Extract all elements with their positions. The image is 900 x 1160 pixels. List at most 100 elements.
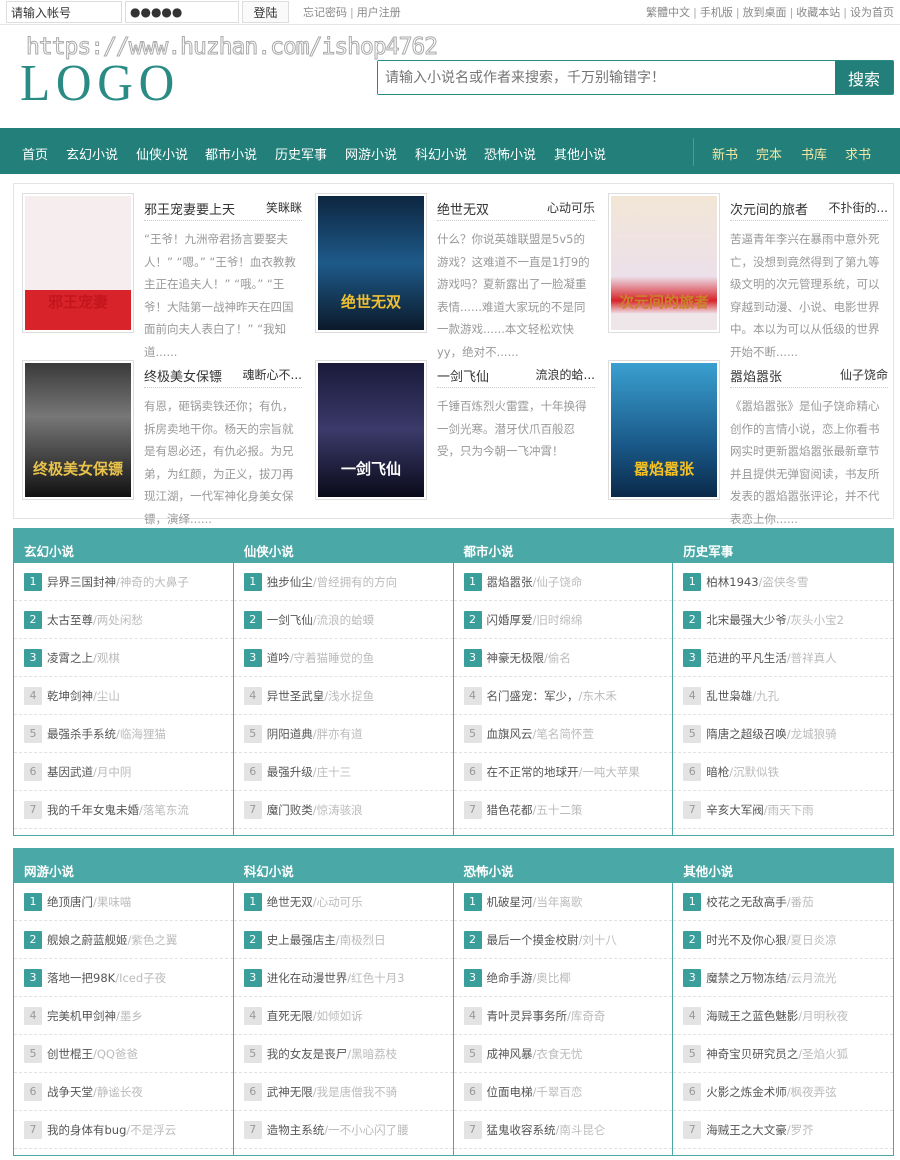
register-link[interactable]: 用户注册 — [357, 6, 401, 19]
utility-link[interactable]: 设为首页 — [850, 6, 894, 19]
book-title-link[interactable]: 柏林1943 — [706, 574, 758, 590]
book-title-link[interactable]: 绝命手游 — [487, 970, 533, 986]
list-item[interactable]: 3 凌霄之上 / 观棋 — [14, 639, 233, 677]
book-title-link[interactable]: 异界三国封神 — [47, 574, 116, 590]
book-title-link[interactable]: 魔禁之万物冻结 — [706, 970, 787, 986]
search-input[interactable] — [378, 61, 835, 94]
nav-item[interactable]: 历史军事 — [275, 144, 327, 163]
list-item[interactable]: 5 创世棍王 / QQ爸爸 — [14, 1035, 233, 1073]
list-item[interactable]: 2 舰娘之蔚蓝舰姬 / 紫色之翼 — [14, 921, 233, 959]
book-title-link[interactable]: 闪婚厚爱 — [487, 612, 533, 628]
list-item[interactable]: 6 火影之炼金术师 / 枫夜弄弦 — [673, 1073, 893, 1111]
book-title-link[interactable]: 落地一把98K — [47, 970, 115, 986]
book-title[interactable]: 邪王宠妻要上天 — [144, 199, 235, 218]
book-title-link[interactable]: 机破星河 — [487, 894, 533, 910]
list-item[interactable]: 4 名门盛宠：军少， / 东木禾 — [453, 677, 673, 715]
list-item[interactable]: 2 闪婚厚爱 / 旧时绵绵 — [453, 601, 673, 639]
nav-item-right[interactable]: 求书 — [845, 144, 871, 163]
list-item[interactable]: 5 阴阳道典 / 胖亦有道 — [233, 715, 453, 753]
list-item[interactable]: 7 猛鬼收容系统 / 南斗昆仑 — [453, 1111, 673, 1149]
book-title-link[interactable]: 神奇宝贝研究员之 — [706, 1046, 798, 1062]
book-title[interactable]: 嚣焰嚣张 — [730, 366, 782, 385]
forgot-password-link[interactable]: 忘记密码 — [303, 6, 347, 19]
list-item[interactable]: 7 我的千年女鬼未婚 / 落笔东流 — [14, 791, 233, 829]
list-item[interactable]: 1 异界三国封神 / 神奇的大鼻子 — [14, 563, 233, 601]
book-title-link[interactable]: 战争天堂 — [47, 1084, 93, 1100]
book-cover[interactable]: 次元间的旅者 — [608, 193, 720, 333]
book-title-link[interactable]: 道吟 — [267, 650, 290, 666]
book-title-link[interactable]: 绝顶唐门 — [47, 894, 93, 910]
book-title-link[interactable]: 独步仙尘 — [267, 574, 313, 590]
panel-title[interactable]: 仙侠小说 — [234, 528, 454, 563]
list-item[interactable]: 6 武神无限 / 我是唐僧我不骑 — [233, 1073, 453, 1111]
list-item[interactable]: 5 我的女友是丧尸 / 黑暗荔枝 — [233, 1035, 453, 1073]
nav-item[interactable]: 都市小说 — [205, 144, 257, 163]
list-item[interactable]: 2 史上最强店主 / 南极烈日 — [233, 921, 453, 959]
list-item[interactable]: 7 造物主系统 / 一不小心闪了腰 — [233, 1111, 453, 1149]
book-title-link[interactable]: 魔门败类 — [267, 802, 313, 818]
book-title-link[interactable]: 猎色花都 — [487, 802, 533, 818]
book-title-link[interactable]: 基因武道 — [47, 764, 93, 780]
nav-item[interactable]: 首页 — [22, 144, 48, 163]
utility-link[interactable]: 手机版 — [700, 6, 733, 19]
book-cover[interactable]: 绝世无双 — [315, 193, 427, 333]
list-item[interactable]: 4 乾坤剑神 / 尘山 — [14, 677, 233, 715]
list-item[interactable]: 1 独步仙尘 / 曾经拥有的方向 — [233, 563, 453, 601]
book-title-link[interactable]: 创世棍王 — [47, 1046, 93, 1062]
list-item[interactable]: 4 异世圣武皇 / 浅水捉鱼 — [233, 677, 453, 715]
list-item[interactable]: 1 绝顶唐门 / 果味喵 — [14, 883, 233, 921]
book-title-link[interactable]: 阴阳道典 — [267, 726, 313, 742]
featured-book[interactable]: 嚣焰嚣张 嚣焰嚣张 仙子饶命 《嚣焰嚣张》是仙子饶命精心创作的言情小说，恋上你看书网实… — [608, 360, 893, 526]
book-title-link[interactable]: 史上最强店主 — [267, 932, 336, 948]
book-title-link[interactable]: 位面电梯 — [487, 1084, 533, 1100]
nav-item[interactable]: 恐怖小说 — [484, 144, 536, 163]
list-item[interactable]: 3 神豪无极限 / 偷名 — [453, 639, 673, 677]
book-author[interactable]: 魂断心不... — [243, 366, 302, 383]
logo[interactable]: LOGO — [20, 54, 180, 113]
book-title-link[interactable]: 火影之炼金术师 — [706, 1084, 787, 1100]
book-title-link[interactable]: 进化在动漫世界 — [267, 970, 348, 986]
panel-title[interactable]: 玄幻小说 — [14, 528, 234, 563]
panel-title[interactable]: 都市小说 — [454, 528, 674, 563]
book-title-link[interactable]: 最强升级 — [267, 764, 313, 780]
list-item[interactable]: 1 校花之无敌高手 / 番茄 — [673, 883, 893, 921]
list-item[interactable]: 4 完美机甲剑神 / 墨乡 — [14, 997, 233, 1035]
featured-book[interactable]: 次元间的旅者 次元间的旅者 不扑街的... 苦逼青年李兴在暴雨中意外死亡，没想到竟然得… — [608, 193, 893, 359]
book-author[interactable]: 心动可乐 — [547, 199, 595, 216]
book-title-link[interactable]: 时光不及你心狠 — [706, 932, 787, 948]
book-title-link[interactable]: 北宋最强大少爷 — [706, 612, 787, 628]
book-title-link[interactable]: 乱世枭雄 — [706, 688, 752, 704]
list-item[interactable]: 5 神奇宝贝研究员之 / 圣焰火狐 — [673, 1035, 893, 1073]
nav-item[interactable]: 玄幻小说 — [66, 144, 118, 163]
nav-item[interactable]: 网游小说 — [345, 144, 397, 163]
utility-link[interactable]: 收藏本站 — [796, 6, 840, 19]
book-title-link[interactable]: 舰娘之蔚蓝舰姬 — [47, 932, 128, 948]
password-input[interactable] — [125, 1, 239, 23]
book-cover[interactable]: 嚣焰嚣张 — [608, 360, 720, 500]
list-item[interactable]: 3 范进的平凡生活 / 普祥真人 — [673, 639, 893, 677]
book-cover[interactable]: 一剑飞仙 — [315, 360, 427, 500]
nav-item-right[interactable]: 新书 — [712, 144, 738, 163]
list-item[interactable]: 6 战争天堂 / 静谧长夜 — [14, 1073, 233, 1111]
panel-title[interactable]: 其他小说 — [673, 848, 893, 883]
nav-item-right[interactable]: 完本 — [756, 144, 782, 163]
book-title-link[interactable]: 海贼王之大文豪 — [706, 1122, 787, 1138]
book-author[interactable]: 流浪的蛤... — [536, 366, 595, 383]
book-author[interactable]: 不扑街的... — [829, 199, 888, 216]
nav-item[interactable]: 仙侠小说 — [136, 144, 188, 163]
list-item[interactable]: 5 成神风暴 / 衣食无忧 — [453, 1035, 673, 1073]
book-title-link[interactable]: 隋唐之超级召唤 — [706, 726, 787, 742]
list-item[interactable]: 7 猎色花都 / 五十二策 — [453, 791, 673, 829]
featured-book[interactable]: 终极美女保镖 终极美女保镖 魂断心不... 有恩，砸锅卖铁还你；有仇，拆房卖地干你。杨… — [22, 360, 307, 526]
list-item[interactable]: 7 魔门败类 / 惊涛骇浪 — [233, 791, 453, 829]
book-title-link[interactable]: 最强杀手系统 — [47, 726, 116, 742]
list-item[interactable]: 4 乱世枭雄 / 九孔 — [673, 677, 893, 715]
list-item[interactable]: 3 道吟 / 守着猫睡觉的鱼 — [233, 639, 453, 677]
list-item[interactable]: 7 海贼王之大文豪 / 罗芥 — [673, 1111, 893, 1149]
book-title[interactable]: 终极美女保镖 — [144, 366, 222, 385]
search-button[interactable]: 搜索 — [835, 61, 893, 94]
panel-title[interactable]: 网游小说 — [14, 848, 234, 883]
list-item[interactable]: 2 时光不及你心狠 / 夏日炎凉 — [673, 921, 893, 959]
book-title-link[interactable]: 一剑飞仙 — [267, 612, 313, 628]
list-item[interactable]: 4 青叶灵异事务所 / 库奇奇 — [453, 997, 673, 1035]
